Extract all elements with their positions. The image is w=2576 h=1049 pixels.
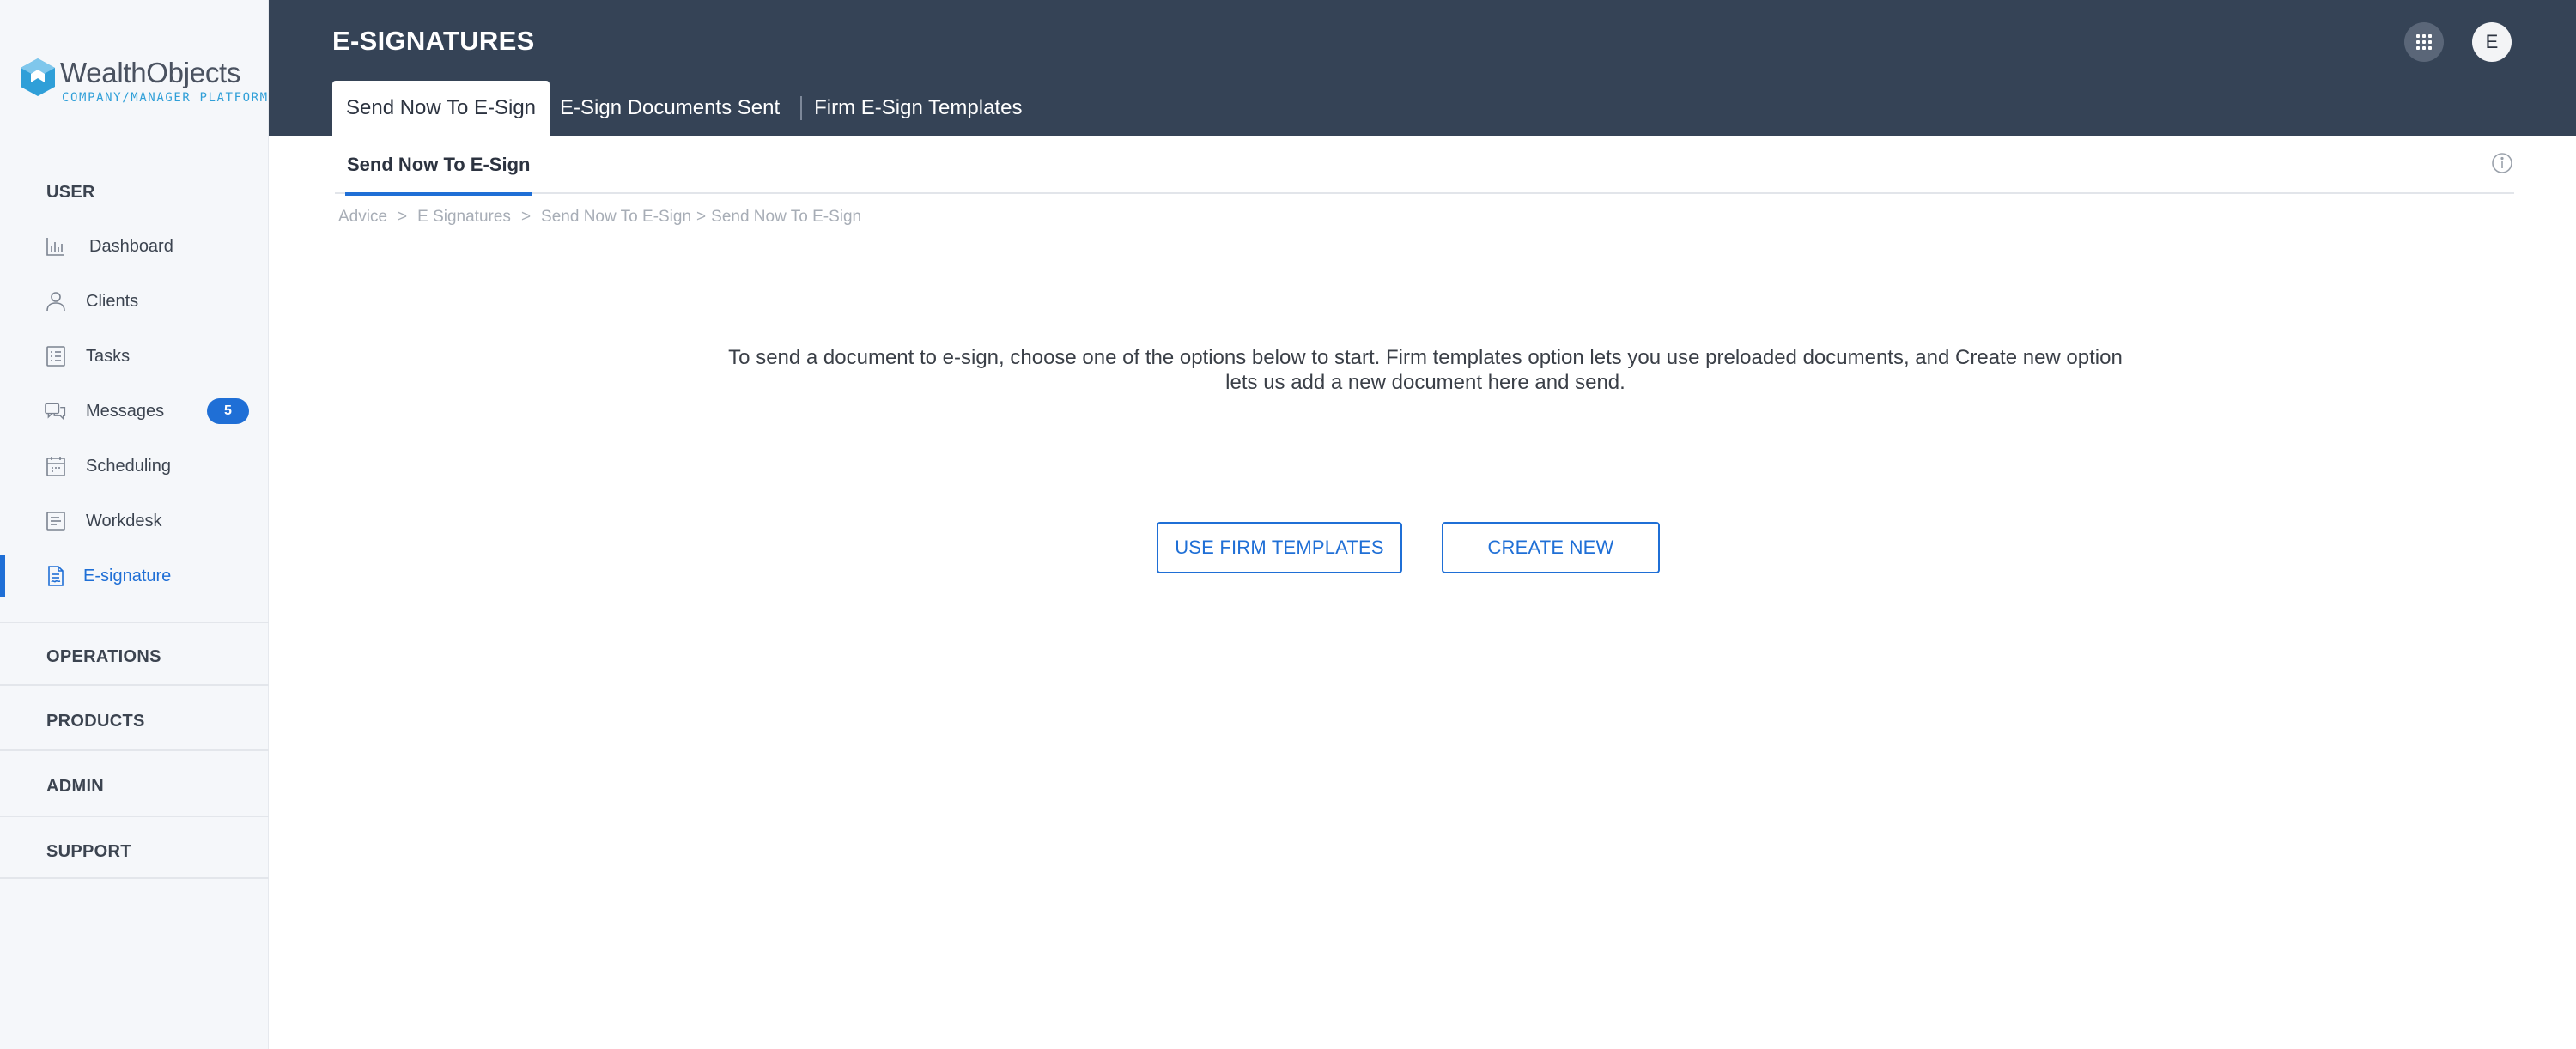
calendar-icon: [46, 457, 65, 476]
tab-send-now-to-e-sign[interactable]: Send Now To E-Sign: [332, 81, 550, 136]
user-avatar-button[interactable]: E: [2472, 22, 2512, 62]
page-title: E-SIGNATURES: [332, 26, 535, 56]
breadcrumb-separator: >: [398, 208, 408, 226]
messages-count-badge: 5: [207, 398, 249, 424]
tab-separator: [800, 96, 803, 120]
breadcrumb: Advice > E Signatures > Send Now To E-Si…: [338, 208, 861, 227]
sidebar: WealthObjects COMPANY/MANAGER PLATFORM U…: [0, 0, 269, 1049]
document-icon: [46, 512, 65, 531]
info-icon[interactable]: [2490, 151, 2514, 175]
signature-document-icon: [48, 566, 64, 586]
app-root: WealthObjects COMPANY/MANAGER PLATFORM U…: [0, 0, 2576, 1049]
instruction-line-2: lets us add a new document here and send…: [1225, 371, 1625, 394]
grid-icon: [2416, 34, 2432, 50]
sidebar-item-label: E-signature: [83, 566, 172, 585]
breadcrumb-separator: >: [520, 208, 532, 226]
sidebar-item-label: Workdesk: [86, 511, 162, 531]
breadcrumb-advice[interactable]: Advice: [338, 208, 387, 227]
checklist-icon: [46, 346, 65, 367]
section-products[interactable]: PRODUCTS: [46, 712, 145, 731]
section-operations[interactable]: OPERATIONS: [46, 647, 161, 667]
chat-bubbles-icon: [45, 403, 66, 421]
sidebar-item-workdesk[interactable]: Workdesk: [0, 497, 268, 545]
sidebar-divider: [0, 816, 269, 817]
top-header: E-SIGNATURES Send Now To E-Sign E-Sign D…: [269, 0, 2576, 136]
sidebar-item-label: Clients: [86, 291, 139, 311]
section-admin[interactable]: ADMIN: [46, 777, 104, 797]
subtab-send-now-to-e-sign[interactable]: Send Now To E-Sign: [345, 136, 532, 196]
sidebar-item-label: Dashboard: [89, 236, 173, 256]
breadcrumb-current: Send Now To E-Sign: [711, 208, 862, 226]
sidebar-item-messages[interactable]: Messages 5: [0, 387, 268, 435]
sidebar-divider: [0, 684, 269, 686]
brand-tagline: COMPANY/MANAGER PLATFORM: [62, 91, 269, 105]
tab-e-sign-documents-sent[interactable]: E-Sign Documents Sent: [550, 81, 799, 136]
sidebar-item-scheduling[interactable]: Scheduling: [0, 442, 268, 490]
breadcrumb-separator: >: [696, 208, 707, 226]
instruction-message: To send a document to e-sign, choose one…: [644, 345, 2207, 395]
breadcrumb-send-now[interactable]: Send Now To E-Sign: [541, 208, 691, 227]
brand-name: WealthObjects: [60, 57, 241, 88]
section-support[interactable]: SUPPORT: [46, 842, 131, 862]
sidebar-item-dashboard[interactable]: Dashboard: [0, 222, 268, 270]
sidebar-item-e-signature[interactable]: E-signature: [0, 552, 268, 600]
sidebar-divider: [0, 622, 269, 623]
section-user[interactable]: USER: [46, 183, 95, 203]
use-firm-templates-button[interactable]: USE FIRM TEMPLATES: [1157, 522, 1402, 573]
person-icon: [46, 292, 65, 312]
sidebar-item-label: Messages: [86, 401, 165, 421]
sidebar-item-label: Tasks: [86, 346, 131, 366]
sidebar-divider: [0, 877, 269, 879]
app-launcher-button[interactable]: [2404, 22, 2444, 62]
tab-firm-e-sign-templates[interactable]: Firm E-Sign Templates: [804, 81, 1041, 136]
sidebar-divider: [0, 749, 269, 751]
instruction-line-1: To send a document to e-sign, choose one…: [728, 346, 2123, 369]
sidebar-item-clients[interactable]: Clients: [0, 277, 268, 325]
header-tabs: Send Now To E-Sign E-Sign Documents Sent…: [332, 81, 1041, 136]
logo[interactable]: WealthObjects COMPANY/MANAGER PLATFORM: [19, 53, 267, 113]
sidebar-item-label: Scheduling: [86, 456, 171, 476]
bar-chart-icon: [46, 238, 64, 256]
logo-hexagon-icon: [21, 58, 55, 96]
create-new-button[interactable]: CREATE NEW: [1442, 522, 1660, 573]
sub-tabs: Send Now To E-Sign: [335, 136, 2514, 196]
breadcrumb-e-signatures[interactable]: E Signatures: [417, 208, 511, 227]
sidebar-item-tasks[interactable]: Tasks: [0, 332, 268, 380]
